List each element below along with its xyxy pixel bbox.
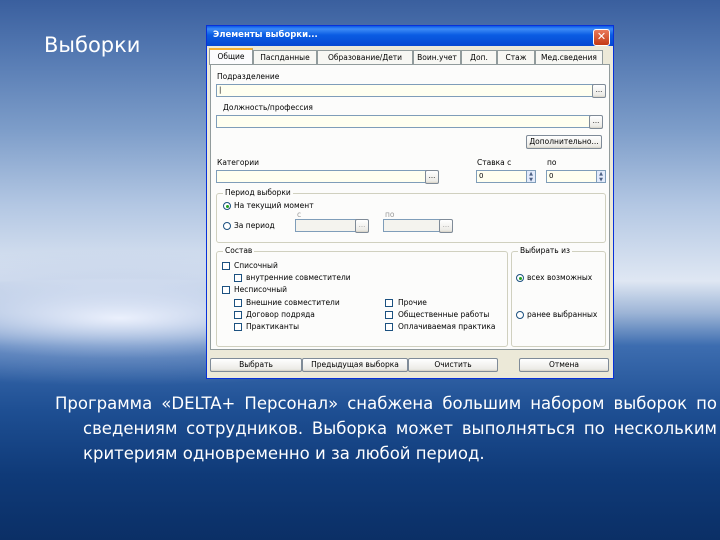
tab-extra[interactable]: Доп. (461, 50, 497, 64)
nonlisted-checkbox[interactable] (222, 286, 230, 294)
categories-input[interactable] (216, 170, 436, 183)
period-from-browse-button[interactable]: ... (355, 219, 369, 233)
select-button[interactable]: Выбрать (210, 358, 302, 372)
slide-title: Выборки (44, 33, 141, 57)
tab-strip: Общие Паспданные Образование/Дети Воин.у… (209, 48, 611, 65)
department-input[interactable]: | (216, 84, 596, 97)
paid-practice-label: Оплачиваемая практика (398, 322, 496, 331)
position-input[interactable] (216, 115, 596, 128)
period-current-label: На текущий момент (234, 201, 314, 210)
categories-browse-button[interactable]: ... (425, 170, 439, 184)
tab-medical[interactable]: Мед.сведения (535, 50, 603, 64)
dialog-titlebar[interactable]: Элементы выборки... ✕ (207, 26, 613, 46)
rate-to-spinner[interactable]: ▲ ▼ (596, 170, 606, 183)
other-checkbox[interactable] (385, 299, 393, 307)
public-works-checkbox[interactable] (385, 311, 393, 319)
period-legend: Период выборки (223, 188, 293, 197)
department-label: Подразделение (217, 72, 280, 81)
contract-checkbox[interactable] (234, 311, 242, 319)
previous-selection-button[interactable]: Предыдущая выборка (302, 358, 408, 372)
interns-label: Практиканты (246, 322, 300, 331)
period-group: Период выборки На текущий момент За пери… (216, 188, 606, 243)
slide-body-text: Программа «DELTA+ Персонал» снабжена бол… (55, 394, 717, 463)
internal-label: внутренние совместители (246, 273, 351, 282)
clear-button[interactable]: Очистить (408, 358, 498, 372)
external-label: Внешние совместители (246, 298, 340, 307)
period-current-radio[interactable] (223, 202, 231, 210)
cancel-button[interactable]: Отмена (519, 358, 609, 372)
tab-education[interactable]: Образование/Дети (317, 50, 413, 64)
department-browse-button[interactable]: ... (592, 84, 606, 98)
period-range-radio[interactable] (223, 222, 231, 230)
tab-passport[interactable]: Паспданные (253, 50, 317, 64)
paid-practice-checkbox[interactable] (385, 323, 393, 331)
tab-military[interactable]: Воин.учет (413, 50, 461, 64)
nonlisted-label: Несписочный (234, 285, 287, 294)
choose-from-legend: Выбирать из (518, 246, 572, 255)
general-panel: Подразделение | ... Должность/профессия … (210, 64, 610, 350)
position-browse-button[interactable]: ... (589, 115, 603, 129)
choose-previous-radio[interactable] (516, 311, 524, 319)
choose-previous-label: ранее выбранных (527, 310, 598, 319)
contract-label: Договор подряда (246, 310, 315, 319)
period-range-label: За период (234, 221, 275, 230)
tab-experience[interactable]: Стаж (497, 50, 535, 64)
rate-from-spinner[interactable]: ▲ ▼ (526, 170, 536, 183)
period-to-input[interactable] (383, 219, 443, 232)
public-works-label: Общественные работы (398, 310, 490, 319)
rate-from-input[interactable]: 0 (476, 170, 528, 183)
choose-all-label: всех возможных (527, 273, 593, 282)
rate-to-input[interactable]: 0 (546, 170, 598, 183)
composition-legend: Состав (223, 246, 255, 255)
position-label: Должность/профессия (223, 103, 313, 112)
period-to-browse-button[interactable]: ... (439, 219, 453, 233)
interns-checkbox[interactable] (234, 323, 242, 331)
tab-general[interactable]: Общие (209, 48, 253, 65)
period-to-label: по (385, 210, 395, 219)
more-button[interactable]: Дополнительно... (526, 135, 602, 149)
external-checkbox[interactable] (234, 299, 242, 307)
listed-checkbox[interactable] (222, 262, 230, 270)
composition-group: Состав Списочный внутренние совместители… (216, 246, 508, 347)
other-label: Прочие (398, 298, 427, 307)
choose-all-radio[interactable] (516, 274, 524, 282)
period-from-label: с (297, 210, 302, 219)
listed-label: Списочный (234, 261, 278, 270)
dialog-buttons: Выбрать Предыдущая выборка Очистить Отме… (207, 356, 613, 374)
categories-label: Категории (217, 158, 259, 167)
rate-from-label: Ставка с (477, 158, 512, 167)
close-button[interactable]: ✕ (593, 29, 610, 46)
choose-from-group: Выбирать из всех возможных ранее выбранн… (511, 246, 606, 347)
selection-dialog: Элементы выборки... ✕ Общие Паспданные О… (206, 25, 614, 379)
rate-to-label: по (547, 158, 557, 167)
dialog-title: Элементы выборки... (213, 30, 318, 40)
internal-checkbox[interactable] (234, 274, 242, 282)
